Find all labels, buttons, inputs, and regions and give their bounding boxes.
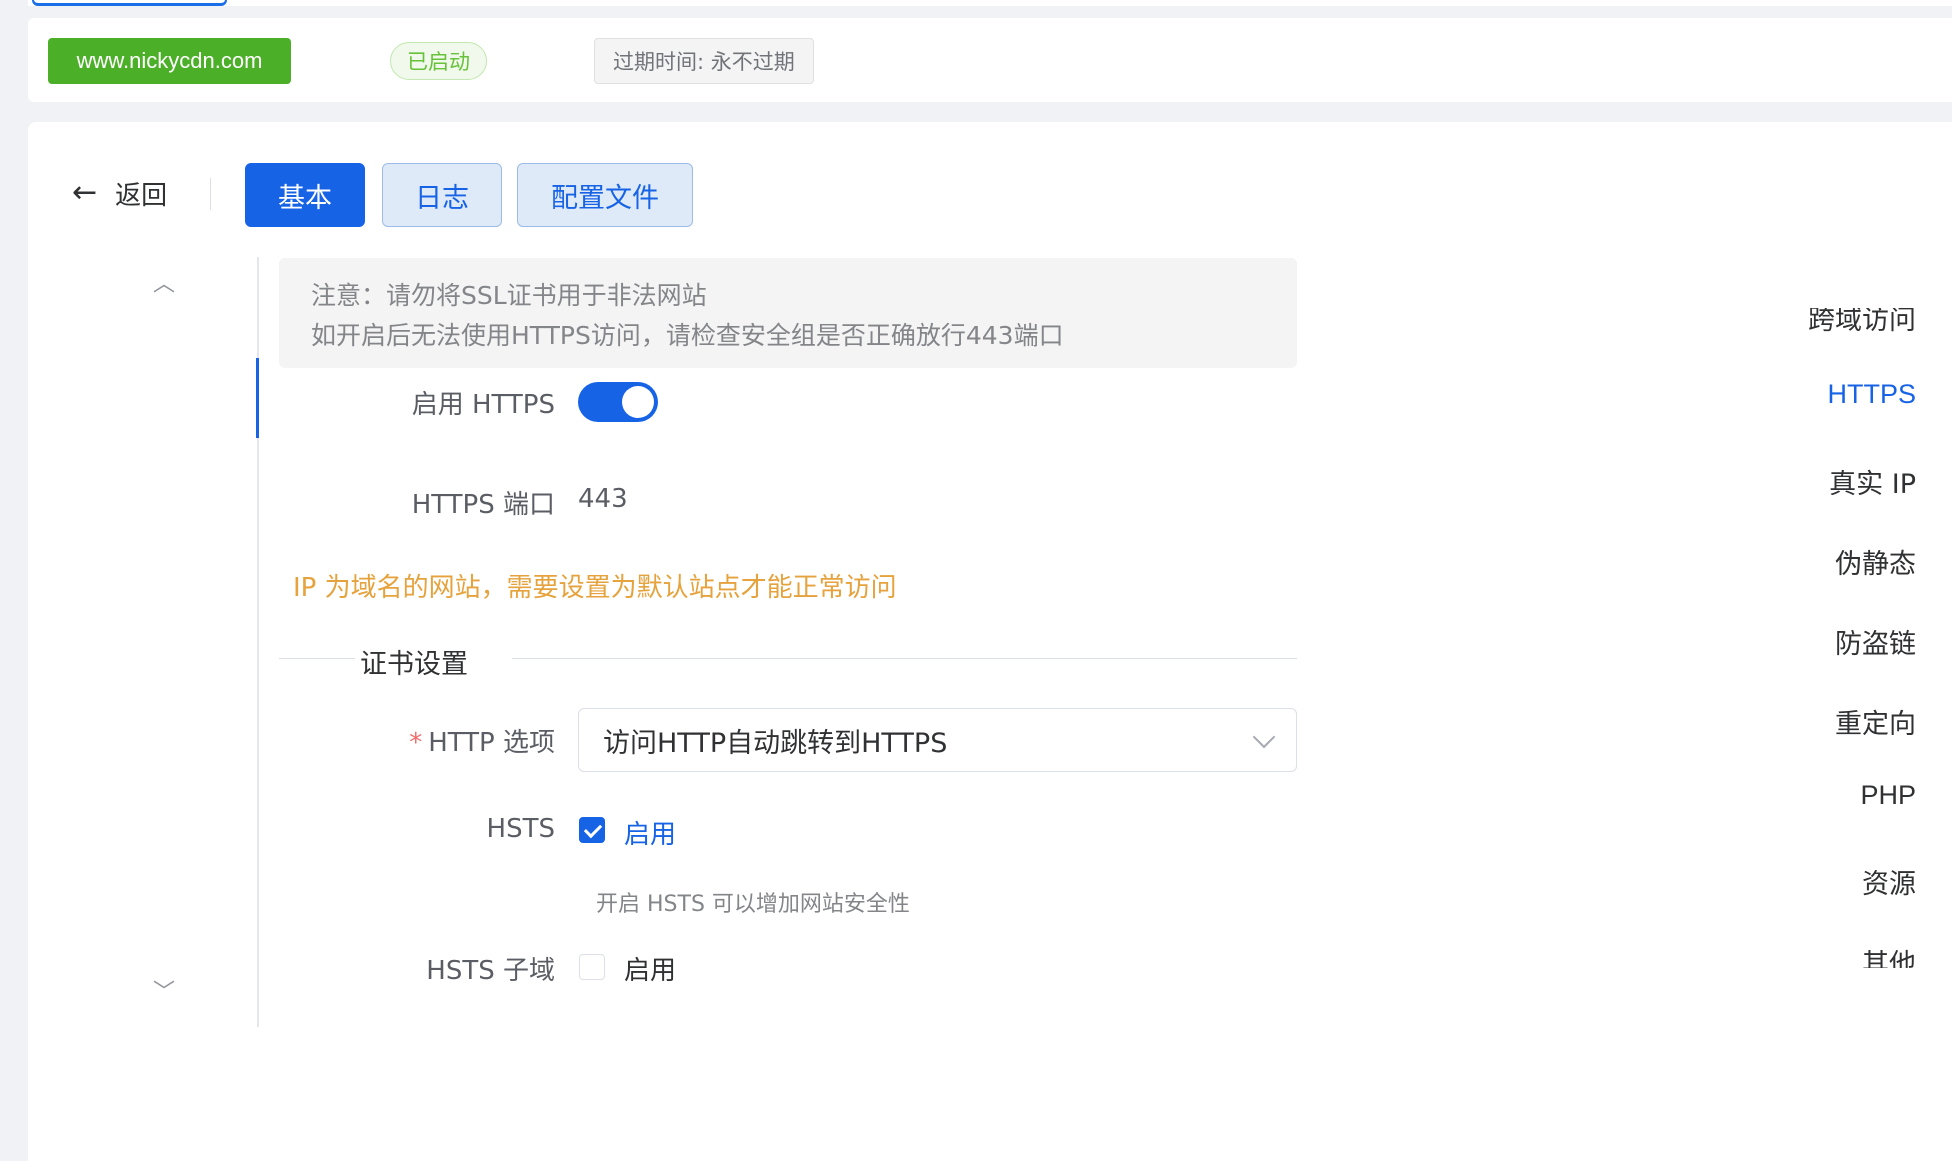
hsts-checkbox-label[interactable]: 启用 (624, 814, 676, 851)
hsts-subdomain-label: HSTS 子域 (426, 956, 555, 986)
top-tab-active[interactable] (32, 0, 227, 6)
check-icon (583, 819, 603, 839)
site-header-card: www.nickycdn.com 已启动 过期时间: 永不过期 (28, 18, 1952, 102)
hsts-subdomain-checkbox-label[interactable]: 启用 (624, 950, 676, 987)
required-mark: * (409, 728, 423, 758)
notice-line-1: 注意：请勿将SSL证书用于非法网站 (311, 281, 707, 310)
sidebar-item-resources[interactable]: 资源 (1862, 862, 1916, 901)
tab-logs[interactable]: 日志 (382, 163, 502, 227)
toolbar-divider (210, 178, 211, 210)
sidebar-item-php[interactable]: PHP (1860, 780, 1916, 811)
sidebar-item-real-ip[interactable]: 真实 IP (1829, 462, 1916, 501)
https-port-label: HTTPS 端口 (411, 490, 555, 520)
ip-domain-warning: IP 为域名的网站，需要设置为默认站点才能正常访问 (293, 573, 897, 603)
enable-https-toggle[interactable] (578, 382, 658, 422)
status-badge: 已启动 (390, 42, 487, 80)
domain-tag[interactable]: www.nickycdn.com (48, 38, 291, 84)
sidebar-item-other[interactable]: 其他 (1862, 942, 1916, 968)
scroll-up-icon[interactable]: ︿ (153, 266, 175, 298)
notice-line-2: 如开启后无法使用HTTPS访问，请检查安全组是否正确放行443端口 (311, 321, 1064, 350)
main-card: ← 返回 基本 日志 配置文件 ︿ 跨域访问 HTTPS 真实 IP 伪静态 防… (28, 122, 1952, 1161)
enable-https-label: 启用 HTTPS (411, 390, 555, 420)
hsts-checkbox[interactable] (579, 817, 605, 843)
chevron-down-icon (1252, 725, 1276, 749)
sidebar-item-hotlink[interactable]: 防盗链 (1835, 622, 1916, 661)
toggle-knob (622, 386, 654, 418)
section-divider-right (512, 658, 1297, 659)
sidebar-item-redirect[interactable]: 重定向 (1835, 702, 1916, 741)
tab-basic[interactable]: 基本 (245, 163, 365, 227)
ssl-notice: 注意：请勿将SSL证书用于非法网站 如开启后无法使用HTTPS访问，请检查安全组… (279, 258, 1297, 368)
hsts-subdomain-checkbox[interactable] (579, 954, 605, 980)
hsts-label: HSTS (486, 814, 555, 844)
https-port-value: 443 (578, 484, 628, 514)
back-label: 返回 (115, 180, 168, 211)
cert-section-title: 证书设置 (360, 649, 468, 680)
http-option-value: 访问HTTP自动跳转到HTTPS (603, 727, 948, 759)
http-option-label-text: HTTP 选项 (428, 728, 555, 758)
sidebar-item-rewrite[interactable]: 伪静态 (1835, 542, 1916, 581)
hsts-hint: 开启 HSTS 可以增加网站安全性 (596, 892, 910, 917)
top-tab-bar (28, 0, 1952, 6)
back-button[interactable]: ← 返回 (72, 170, 167, 216)
http-option-select[interactable]: 访问HTTP自动跳转到HTTPS (578, 708, 1297, 772)
sidebar-item-cors[interactable]: 跨域访问 (1808, 308, 1916, 334)
expire-badge: 过期时间: 永不过期 (594, 38, 814, 84)
sidebar-item-https[interactable]: HTTPS (1827, 379, 1916, 410)
tab-config-file[interactable]: 配置文件 (517, 163, 693, 227)
back-arrow-icon: ← (72, 175, 98, 210)
section-divider-left (279, 658, 355, 659)
http-option-label: * HTTP 选项 (28, 722, 555, 759)
settings-sidebar (28, 257, 258, 1027)
